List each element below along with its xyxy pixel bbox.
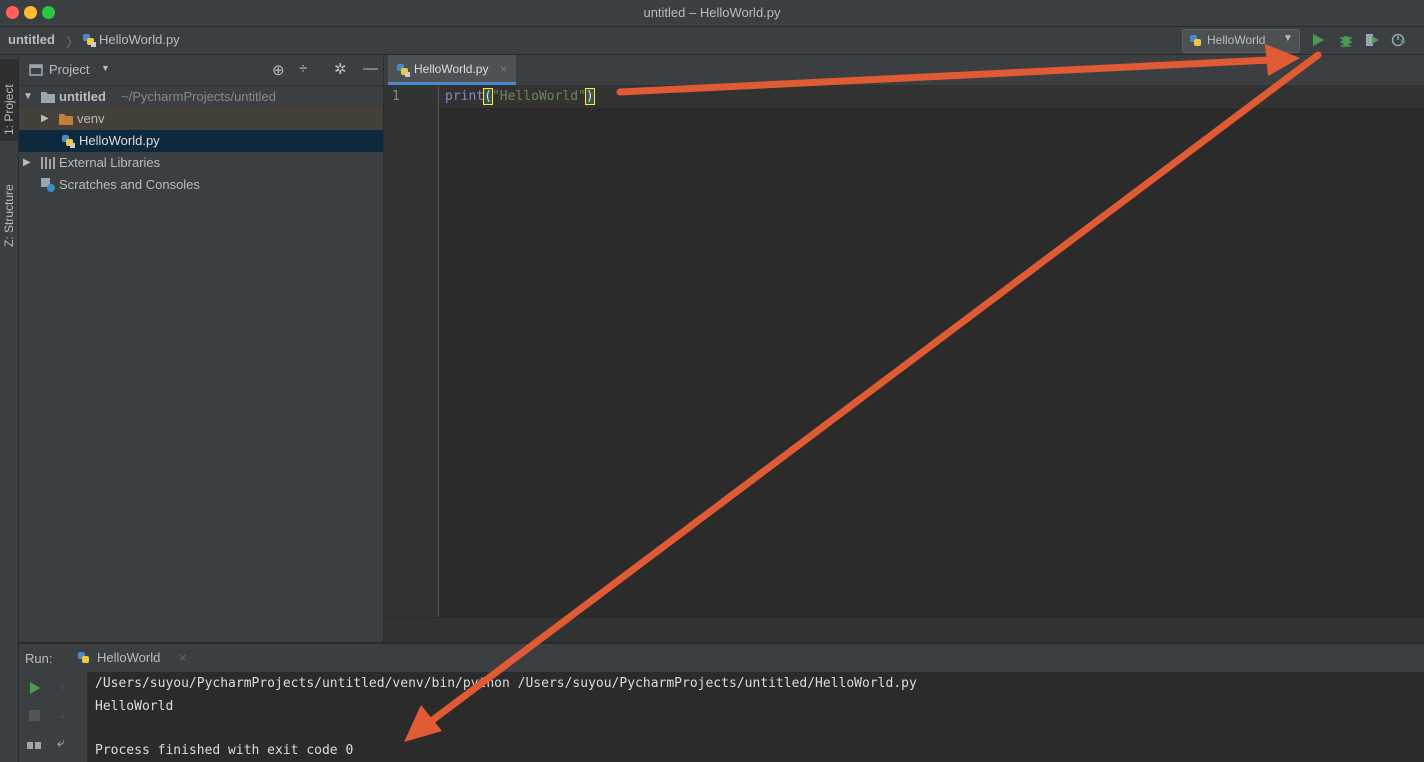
code-builtin-print: print <box>445 89 485 104</box>
editor-scroll-area <box>384 618 1424 642</box>
tree-item-root[interactable]: ▼ untitled ~/PycharmProjects/untitled <box>19 86 383 108</box>
gear-icon[interactable]: ✲ <box>334 60 347 78</box>
python-file-icon <box>61 134 75 148</box>
minimize-window-button[interactable] <box>24 6 37 19</box>
rerun-icon[interactable] <box>29 682 41 694</box>
project-panel-header: Project ▼ ⊕ ÷ ✲ — <box>19 55 383 86</box>
console-line: /Users/suyou/PycharmProjects/untitled/ve… <box>95 676 917 691</box>
zoom-window-button[interactable] <box>42 6 55 19</box>
python-file-icon <box>82 33 96 47</box>
breadcrumb-project[interactable]: untitled <box>8 32 55 47</box>
chevron-down-icon[interactable]: ▼ <box>101 63 110 73</box>
title-bar: untitled – HelloWorld.py <box>0 0 1424 27</box>
scratches-icon <box>41 178 55 192</box>
code-line: print("HelloWorld") <box>445 88 595 105</box>
folder-icon <box>41 91 55 103</box>
console-line: Process finished with exit code 0 <box>95 743 354 758</box>
tree-item-label: Scratches and Consoles <box>59 177 200 192</box>
close-window-button[interactable] <box>6 6 19 19</box>
excluded-folder-icon <box>59 113 73 125</box>
console-line: HelloWorld <box>95 699 174 714</box>
tab-project-tool[interactable]: 1: Project <box>0 59 18 141</box>
project-view-title[interactable]: Project <box>49 62 89 77</box>
profile-icon[interactable] <box>1391 32 1407 48</box>
tree-item-label: HelloWorld.py <box>79 133 160 148</box>
structure-tool-label: Z: Structure <box>2 184 16 247</box>
root-folder-path: ~/PycharmProjects/untitled <box>121 89 276 104</box>
close-tab-icon[interactable]: × <box>179 650 187 665</box>
chevron-down-icon: ▼ <box>23 91 33 102</box>
soft-wrap-icon[interactable]: ⤶ <box>57 734 65 751</box>
chevron-right-icon: ▶ <box>41 113 49 124</box>
chevron-down-icon: ▼ <box>1283 33 1293 44</box>
code-string: "HelloWorld" <box>491 89 586 104</box>
breadcrumb-separator-icon: 〉 <box>66 35 80 50</box>
tree-item-label: External Libraries <box>59 155 161 170</box>
debug-icon[interactable] <box>1338 32 1354 48</box>
window-title: untitled – HelloWorld.py <box>643 5 781 20</box>
collapse-all-icon[interactable]: ÷ <box>299 60 307 77</box>
run-with-coverage-icon[interactable] <box>1364 32 1380 48</box>
breadcrumb-file[interactable]: HelloWorld.py <box>99 32 180 47</box>
console-output[interactable]: /Users/suyou/PycharmProjects/untitled/ve… <box>87 672 1424 762</box>
run-toolbar: ↑ ↓ ⤶ <box>19 672 87 762</box>
stop-icon[interactable] <box>29 710 40 721</box>
close-tab-icon[interactable]: × <box>500 62 507 76</box>
tree-item-label: venv <box>77 111 105 126</box>
code-paren-close: ) <box>584 88 595 105</box>
down-arrow-icon[interactable]: ↓ <box>59 706 66 721</box>
root-folder-name: untitled <box>59 89 106 104</box>
tree-item-venv[interactable]: ▶ venv <box>19 108 383 130</box>
run-config-label: HelloWorld <box>1207 33 1266 47</box>
project-panel: Project ▼ ⊕ ÷ ✲ — ▼ untitled ~/PycharmPr… <box>19 55 383 642</box>
library-icon <box>41 157 55 169</box>
project-tool-label: 1: Project <box>2 84 16 135</box>
text-cursor <box>593 89 595 104</box>
line-number: 1 <box>392 89 400 104</box>
code-editor[interactable]: print("HelloWorld") <box>439 86 1424 617</box>
run-icon[interactable] <box>1311 33 1325 47</box>
tree-item-external-libraries[interactable]: ▶ External Libraries <box>19 152 383 174</box>
hide-panel-icon[interactable]: — <box>363 60 378 77</box>
python-file-icon <box>396 63 410 77</box>
project-view-icon <box>29 63 43 77</box>
tree-item-helloworld[interactable]: HelloWorld.py <box>19 130 383 152</box>
tab-helloworld[interactable]: HelloWorld.py × <box>388 55 516 85</box>
chevron-right-icon: ▶ <box>23 157 31 168</box>
navigation-bar: untitled 〉 HelloWorld.py HelloWorld ▼ <box>0 27 1424 55</box>
run-config-dropdown[interactable]: HelloWorld ▼ <box>1182 29 1300 53</box>
run-panel-label: Run: <box>25 651 53 666</box>
code-paren-open: ( <box>483 88 493 105</box>
python-run-config-icon <box>1189 34 1203 48</box>
locate-file-icon[interactable]: ⊕ <box>272 61 285 79</box>
line-number-gutter: 1 <box>384 86 439 617</box>
run-panel-header: Run: HelloWorld × <box>19 643 1424 674</box>
editor-tab-bar: HelloWorld.py × <box>384 55 1424 86</box>
run-tab-label: HelloWorld <box>97 650 161 665</box>
layout-icon[interactable] <box>27 738 41 750</box>
python-run-config-icon <box>77 651 91 665</box>
left-tool-stripe: 1: Project Z: Structure <box>0 55 19 762</box>
tab-run-helloworld[interactable]: HelloWorld × <box>69 644 201 674</box>
tree-item-scratches[interactable]: Scratches and Consoles <box>19 174 383 196</box>
up-arrow-icon[interactable]: ↑ <box>59 680 66 695</box>
tab-label: HelloWorld.py <box>414 62 489 76</box>
tab-structure-tool[interactable]: Z: Structure <box>0 151 18 251</box>
